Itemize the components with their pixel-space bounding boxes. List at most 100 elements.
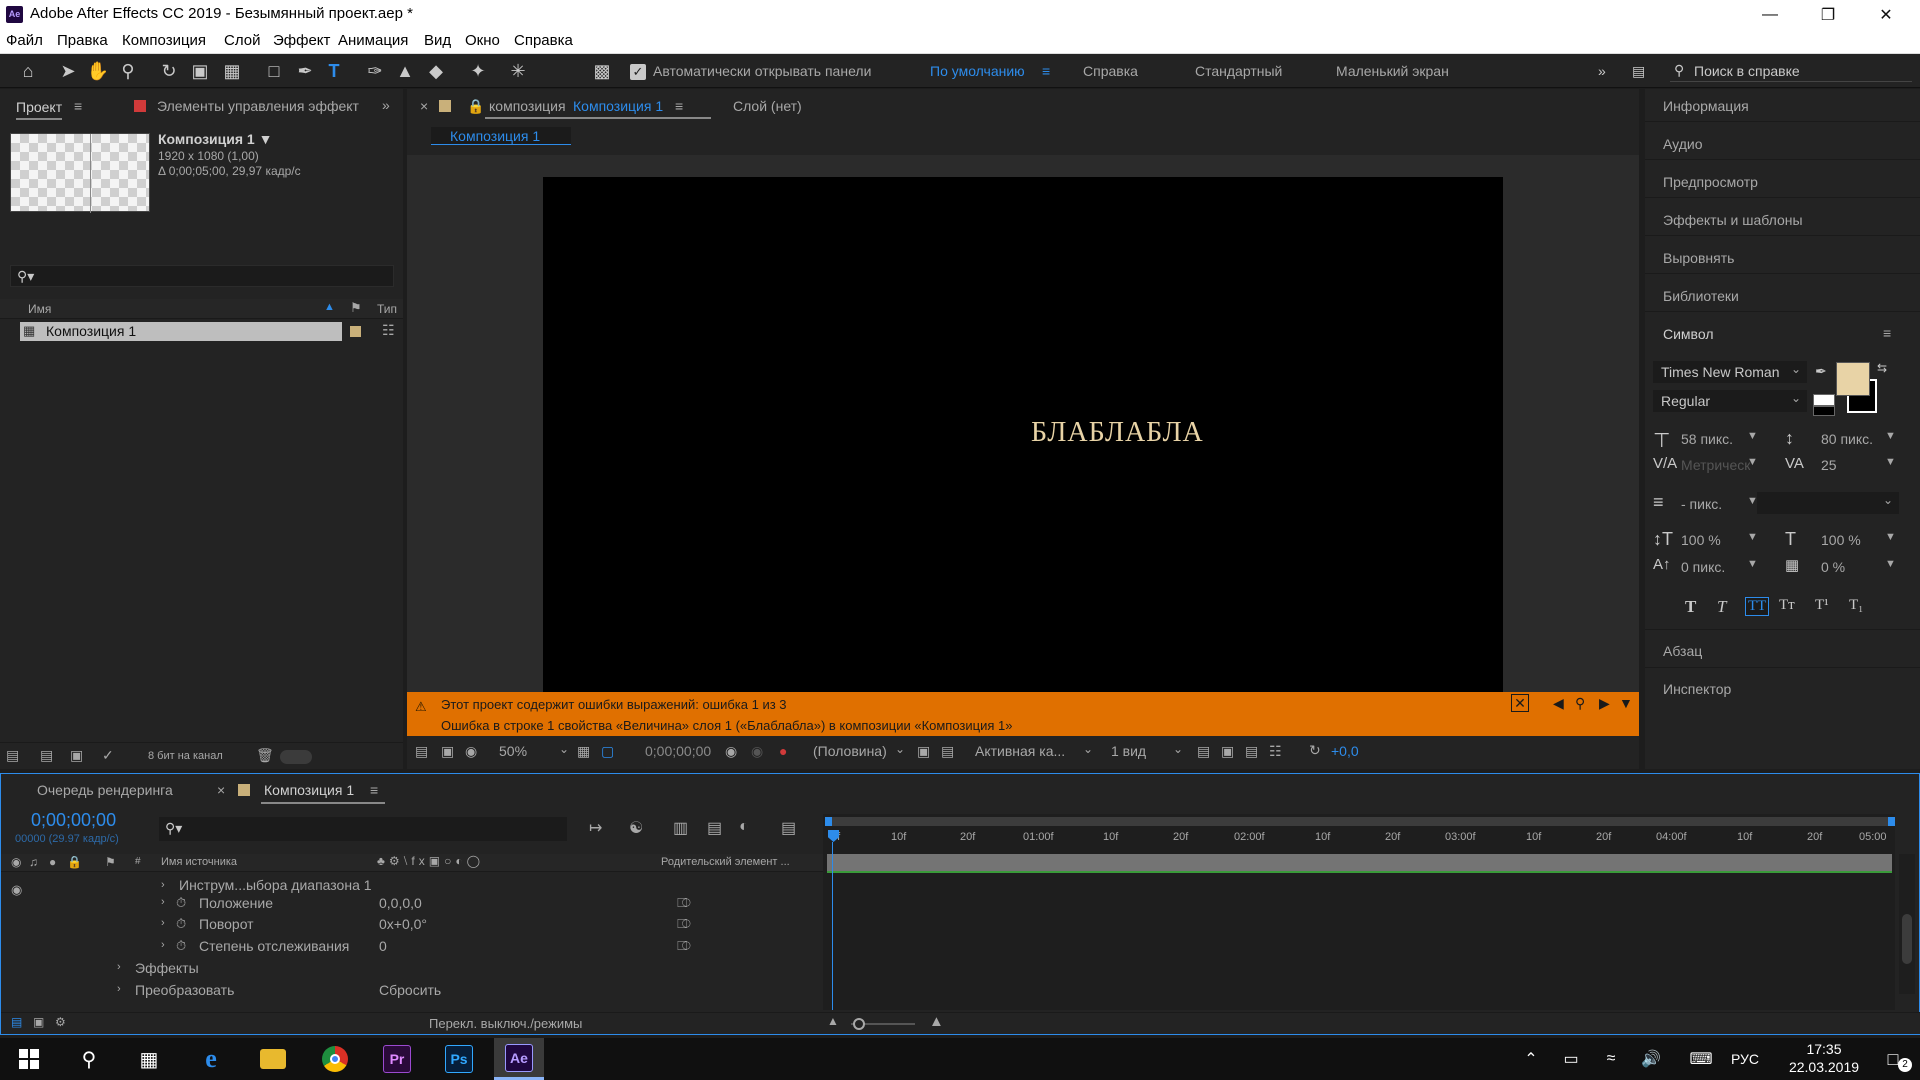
zoom-out-icon[interactable]: ▲: [827, 1014, 839, 1028]
project-tab-menu-icon[interactable]: ≡: [74, 98, 82, 114]
horizontal-scale-value[interactable]: 100 %: [1821, 532, 1861, 548]
tl-row-range-selector[interactable]: Инструм...ыбора диапазона 1: [179, 877, 372, 893]
sync-settings-icon[interactable]: ▤: [1632, 63, 1645, 80]
composition-name[interactable]: Композиция 1 ▼: [158, 131, 272, 147]
chevron-right-icon[interactable]: ›: [161, 939, 165, 951]
swap-colors-icon[interactable]: ⇆: [1877, 361, 1887, 375]
roto-brush-tool-icon[interactable]: ✦: [466, 59, 490, 83]
panel-align[interactable]: Выровнять: [1663, 250, 1734, 266]
clone-stamp-tool-icon[interactable]: ▲: [393, 59, 417, 83]
time-ruler[interactable]: 0f 10f 20f 01:00f 10f 20f 02:00f 10f 20f…: [823, 827, 1895, 853]
show-snapshot-icon[interactable]: ◉: [751, 743, 763, 760]
workspace-default[interactable]: По умолчанию: [930, 63, 1025, 79]
keyboard-icon[interactable]: ⌨: [1676, 1038, 1726, 1080]
search-icon[interactable]: ⚲: [64, 1038, 114, 1080]
tsume-value[interactable]: 0 %: [1821, 559, 1845, 575]
error-prev-icon[interactable]: ◀: [1553, 695, 1564, 712]
toggle-switches-modes[interactable]: Перекл. выключ./режимы: [429, 1016, 582, 1031]
item-label-color[interactable]: [350, 326, 361, 337]
bit-depth-button[interactable]: 8 бит на канал: [148, 750, 223, 762]
reset-exposure-icon[interactable]: ↻: [1309, 742, 1321, 759]
task-view-icon[interactable]: ▦: [124, 1038, 174, 1080]
column-source-name[interactable]: Имя источника: [161, 856, 237, 868]
panel-inspector[interactable]: Инспектор: [1663, 681, 1731, 697]
label-icon[interactable]: ⚑: [350, 300, 362, 316]
font-style-select[interactable]: Regular ⌄: [1653, 390, 1807, 412]
column-name[interactable]: Имя: [28, 302, 51, 316]
chrome-browser-icon[interactable]: [310, 1038, 360, 1080]
pen-tool-icon[interactable]: ✒: [293, 59, 317, 83]
leading-value[interactable]: 80 пикс.: [1821, 431, 1873, 447]
chevron-right-icon[interactable]: ›: [117, 983, 121, 995]
clock-date[interactable]: 22.03.2019: [1780, 1059, 1868, 1075]
close-button[interactable]: ✕: [1858, 0, 1914, 29]
puppet-pin-tool-icon[interactable]: ✳: [506, 59, 530, 83]
solo-toggle-icon[interactable]: ●: [49, 855, 56, 869]
photoshop-icon[interactable]: Ps: [434, 1038, 484, 1080]
chevron-right-icon[interactable]: ›: [161, 917, 165, 929]
tl-row-effects[interactable]: Эффекты: [135, 960, 199, 976]
volume-icon[interactable]: 🔊: [1626, 1038, 1676, 1080]
layer-tab[interactable]: Слой (нет): [733, 98, 802, 114]
stopwatch-icon[interactable]: ⏱: [176, 916, 186, 932]
rotate-tool-icon[interactable]: ↻: [157, 59, 181, 83]
camera-tool-icon[interactable]: ▣: [188, 59, 212, 83]
pan-behind-tool-icon[interactable]: ▦: [220, 59, 244, 83]
premiere-pro-icon[interactable]: Pr: [372, 1038, 422, 1080]
project-item-row[interactable]: ▦ Композиция 1: [20, 322, 342, 341]
work-area-bar[interactable]: [825, 817, 1895, 826]
small-caps-icon[interactable]: Tт: [1779, 597, 1795, 614]
delete-icon[interactable]: 🗑: [256, 747, 274, 764]
exposure-value[interactable]: +0,0: [1331, 743, 1359, 759]
error-expand-icon[interactable]: ▼: [1619, 695, 1633, 711]
project-settings-icon[interactable]: ✓: [102, 747, 114, 764]
composition-canvas[interactable]: БЛАБЛАБЛА: [543, 177, 1503, 717]
menu-animation[interactable]: Анимация: [338, 32, 408, 49]
timeline-link-icon[interactable]: ▤: [1245, 743, 1258, 760]
project-search-input[interactable]: ⚲▾: [10, 265, 394, 287]
views-select[interactable]: 1 вид: [1111, 743, 1146, 759]
timeline-timecode[interactable]: 0;00;00;00: [31, 810, 116, 831]
frame-blending-icon[interactable]: ▤: [707, 818, 722, 838]
draft-3d-icon[interactable]: ☯: [629, 818, 643, 838]
lock-icon[interactable]: 🔒: [467, 98, 484, 115]
tl-row-rotation-value[interactable]: 0x+0,0°: [379, 916, 427, 932]
work-area-end-handle[interactable]: [1888, 817, 1895, 826]
shy-layers-icon[interactable]: ▥: [673, 818, 688, 838]
tl-row-position-value[interactable]: 0,0,0,0: [379, 895, 422, 911]
comp-breadcrumb[interactable]: Композиция 1: [431, 127, 571, 145]
footer-toggle[interactable]: [280, 750, 312, 764]
error-next-icon[interactable]: ▶: [1599, 695, 1610, 712]
fast-previews-icon[interactable]: ▣: [1221, 743, 1234, 760]
timeline-search-input[interactable]: ⚲▾: [159, 817, 567, 841]
composition-mini-flowchart-icon[interactable]: ↦: [589, 818, 602, 838]
eye-icon[interactable]: ◉: [11, 882, 22, 898]
scrollbar-thumb[interactable]: [1902, 914, 1912, 964]
workspace-menu-icon[interactable]: ≡: [1042, 63, 1050, 79]
chevron-right-icon[interactable]: ›: [161, 879, 165, 891]
eyedropper-icon[interactable]: ✒: [1815, 363, 1827, 380]
zoom-select[interactable]: 50%: [499, 743, 527, 759]
menu-effect[interactable]: Эффект: [273, 32, 330, 49]
panel-effects-presets[interactable]: Эффекты и шаблоны: [1663, 212, 1803, 228]
stopwatch-icon[interactable]: ⏱: [176, 895, 186, 911]
layer-switches-icon[interactable]: ▤: [11, 1015, 22, 1029]
clock-time[interactable]: 17:35: [1780, 1041, 1868, 1057]
chevron-right-icon[interactable]: ›: [161, 896, 165, 908]
new-folder-icon[interactable]: ▤: [40, 747, 53, 764]
camera-select[interactable]: Активная ка...: [975, 743, 1065, 759]
panel-character-title[interactable]: Символ: [1663, 326, 1713, 342]
panel-info[interactable]: Информация: [1663, 98, 1749, 114]
mask-visibility-icon[interactable]: ◉: [465, 743, 477, 760]
zoom-tool-icon[interactable]: ⚲: [116, 59, 140, 83]
hand-tool-icon[interactable]: ✋: [86, 59, 110, 83]
tab-render-queue[interactable]: Очередь рендеринга: [37, 782, 173, 798]
new-composition-icon[interactable]: ▣: [70, 747, 83, 764]
windows-start-icon[interactable]: [4, 1038, 54, 1080]
maximize-button[interactable]: ❐: [1800, 0, 1856, 29]
error-reveal-icon[interactable]: ⚲: [1575, 695, 1585, 712]
menu-window[interactable]: Окно: [465, 32, 500, 49]
region-of-interest-icon[interactable]: ▣: [917, 743, 930, 760]
white-swatch[interactable]: [1813, 394, 1835, 406]
toggle-pixel-aspect-icon[interactable]: ▤: [1197, 743, 1210, 760]
